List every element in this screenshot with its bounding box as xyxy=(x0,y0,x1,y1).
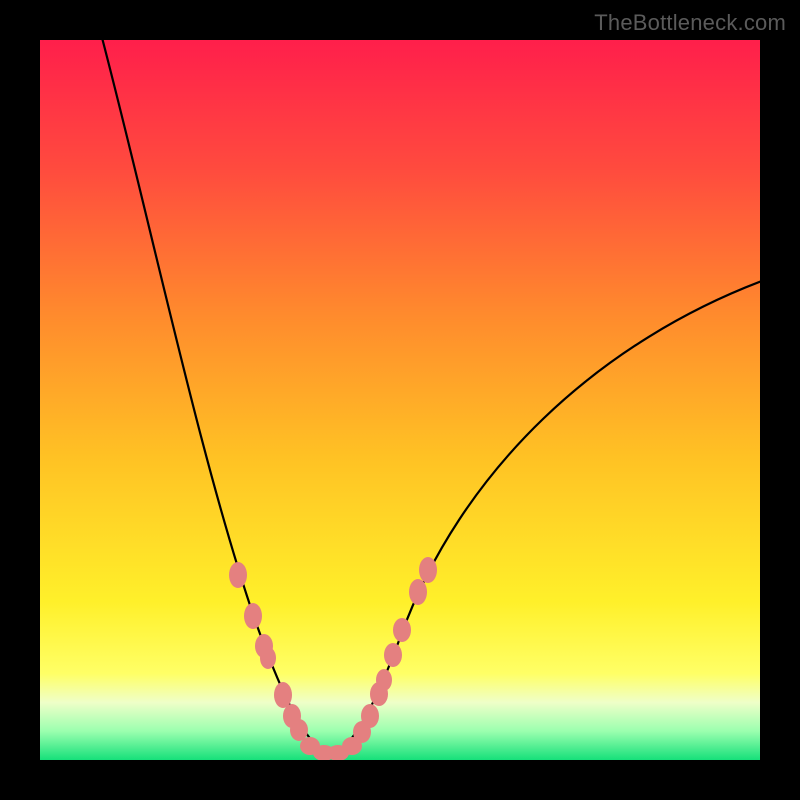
markers-group xyxy=(229,557,437,760)
curve-layer xyxy=(40,40,760,760)
data-marker xyxy=(260,647,276,669)
data-marker xyxy=(409,579,427,605)
data-marker xyxy=(384,643,402,667)
data-marker xyxy=(244,603,262,629)
left-curve xyxy=(100,40,330,755)
data-marker xyxy=(361,704,379,728)
chart-frame: TheBottleneck.com xyxy=(0,0,800,800)
data-marker xyxy=(290,719,308,741)
plot-area xyxy=(40,40,760,760)
right-curve xyxy=(330,278,760,755)
data-marker xyxy=(393,618,411,642)
data-marker xyxy=(376,669,392,691)
data-marker xyxy=(229,562,247,588)
data-marker xyxy=(419,557,437,583)
data-marker xyxy=(274,682,292,708)
watermark-text: TheBottleneck.com xyxy=(594,10,786,36)
